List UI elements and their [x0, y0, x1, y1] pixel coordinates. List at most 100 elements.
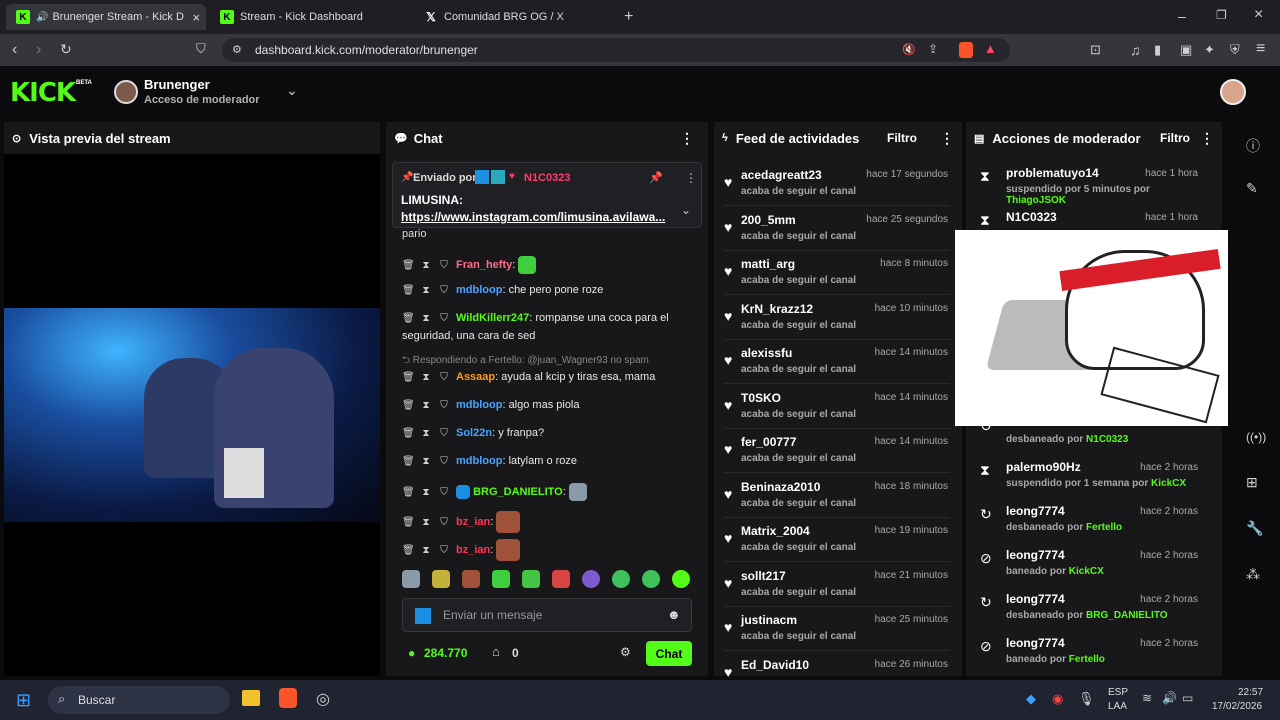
mod-actor[interactable]: ThiagoJSOK [1006, 195, 1066, 206]
emote-button[interactable] [552, 570, 570, 588]
shield-icon[interactable]: ⛉ [438, 456, 450, 467]
trash-icon[interactable]: 🗑 [402, 456, 415, 467]
battery-icon[interactable]: ▭ [1182, 691, 1193, 705]
trash-icon[interactable]: 🗑 [402, 428, 415, 439]
feed-item[interactable]: ♥ Matrix_2004 hace 19 minutos acaba de segu… [724, 518, 950, 562]
feed-item[interactable]: ♥ alexissfu hace 14 minutos acaba de seguir… [724, 340, 950, 384]
mod-actor[interactable]: KickCX [1069, 566, 1104, 577]
feed-item[interactable]: ♥ acedagreatt23 hace 17 segundos acaba de s… [724, 162, 950, 206]
store-icon[interactable]: ⌂ [492, 644, 500, 659]
feed-user[interactable]: Beninaza2010 [741, 480, 820, 494]
mod-action-item[interactable]: ↻ leong7774 hace 2 horas desbaneado por BRG… [980, 588, 1212, 632]
app-icon[interactable]: ◎ [316, 689, 330, 709]
brave-shields-icon[interactable] [959, 42, 973, 58]
trash-icon[interactable]: 🗑 [402, 545, 415, 556]
broadcast-icon[interactable]: ((•)) [1246, 430, 1266, 444]
chat-user[interactable]: BRG_DANIELITO [473, 486, 563, 498]
chat-message[interactable]: 🗑 ⧗ ⛉ Assaap: ayuda al kcip y tiras esa, ma… [402, 371, 655, 383]
bookmark-icon[interactable]: ⛉ [196, 41, 206, 57]
feed-item[interactable]: ♥ KrN_krazz12 hace 10 minutos acaba de segu… [724, 296, 950, 340]
microphone-icon[interactable]: 🎙 [1078, 691, 1095, 707]
feed-user[interactable]: alexissfu [741, 346, 792, 360]
points-icon[interactable]: ● [408, 646, 415, 660]
mod-target-user[interactable]: leong7774 [1006, 504, 1065, 518]
trash-icon[interactable]: 🗑 [402, 400, 415, 411]
trash-icon[interactable]: 🗑 [402, 260, 415, 271]
chat-message[interactable]: 🗑 ⧗ ⛉ bz_ian: [402, 539, 521, 561]
mod-action-item[interactable]: ↻ leong7774 hace 2 horas desbaneado por Fer… [980, 500, 1212, 544]
mod-actor[interactable]: N1C0323 [1086, 434, 1128, 445]
edit-icon[interactable]: ✎ [1246, 180, 1258, 197]
feed-item[interactable]: ♥ justinacm hace 25 minutos acaba de seguir… [724, 607, 950, 651]
feed-user[interactable]: KrN_krazz12 [741, 302, 813, 316]
info-icon[interactable]: ⓘ [1246, 136, 1260, 156]
hourglass-icon[interactable]: ⧗ [420, 313, 432, 324]
feed-item[interactable]: ♥ 200_5mm hace 25 segundos acaba de seguir … [724, 207, 950, 251]
chat-user[interactable]: bz_ian [456, 544, 490, 556]
shield-icon[interactable]: ⛉ [438, 428, 450, 439]
language-layout[interactable]: LAA [1108, 701, 1127, 712]
share-icon[interactable]: ⇪ [928, 42, 938, 56]
chat-message[interactable]: 🗑 ⧗ ⛉ mdbloop: che pero pone roze [402, 284, 603, 296]
emote-button[interactable] [612, 570, 630, 588]
chat-user[interactable]: bz_ian [456, 516, 490, 528]
feed-user[interactable]: Ed_David10 [741, 658, 809, 672]
feed-item[interactable]: ♥ fer_00777 hace 14 minutos acaba de seguir… [724, 429, 950, 473]
maximize-icon[interactable]: ❐ [1216, 8, 1227, 22]
new-tab-icon[interactable]: + [624, 8, 633, 26]
mod-action-item[interactable]: ⊘ leong7774 hace 2 horas baneado por KickCX [980, 544, 1212, 588]
tray-app-icon[interactable]: ◉ [1052, 691, 1063, 707]
emote-button[interactable] [582, 570, 600, 588]
chat-message[interactable]: 🗑 ⧗ ⛉ bz_ian: [402, 511, 521, 533]
hourglass-icon[interactable]: ⧗ [420, 260, 432, 271]
shield-icon[interactable]: ⛉ [438, 400, 450, 411]
chevron-down-icon[interactable]: ⌄ [681, 203, 691, 217]
chat-message[interactable]: 🗑 ⧗ ⛉ WildKillerr247: rompanse una coca par… [402, 312, 669, 324]
language-code[interactable]: ESP [1108, 687, 1128, 698]
mod-target-user[interactable]: leong7774 [1006, 636, 1065, 650]
feed-user[interactable]: fer_00777 [741, 435, 796, 449]
feed-filter-button[interactable]: Filtro [887, 131, 917, 145]
pinned-message[interactable]: 📌 Enviado por ♥ N1C0323 📌 ⋮ LIMUSINA: ht… [392, 162, 702, 228]
tab-stream-dashboard[interactable]: K Stream - Kick Dashboard [210, 4, 410, 30]
emote-button[interactable] [402, 570, 420, 588]
feed-user[interactable]: 200_5mm [741, 213, 796, 227]
url-bar[interactable]: ⚙ dashboard.kick.com/moderator/brunenger… [222, 38, 1010, 62]
screenshot-icon[interactable]: ⊡ [1090, 42, 1101, 58]
emote-button[interactable] [522, 570, 540, 588]
feed-user[interactable]: sollt217 [741, 569, 786, 583]
mod-actor[interactable]: KickCX [1151, 478, 1186, 489]
clock-date[interactable]: 17/02/2026 [1212, 701, 1262, 712]
chat-user[interactable]: WildKillerr247 [456, 312, 529, 324]
share-nodes-icon[interactable]: ⁂ [1246, 566, 1260, 583]
shield-icon[interactable]: ⛉ [438, 313, 450, 324]
leo-ai-icon[interactable]: ✦ [1204, 42, 1215, 58]
chat-user[interactable]: Sol22n [456, 427, 492, 439]
emote-button[interactable] [492, 570, 510, 588]
site-settings-icon[interactable]: ⚙ [232, 43, 242, 56]
mod-target-user[interactable]: N1C0323 [1006, 210, 1057, 224]
hourglass-icon[interactable]: ⧗ [420, 487, 432, 498]
feed-more-icon[interactable]: ⋮ [940, 130, 954, 147]
media-icon[interactable]: ♫ [1130, 42, 1141, 58]
feed-item[interactable]: ♥ sollt217 hace 21 minutos acaba de seguir … [724, 563, 950, 607]
volume-icon[interactable]: 🔊 [1162, 691, 1177, 705]
trash-icon[interactable]: 🗑 [402, 517, 415, 528]
pinned-more-icon[interactable]: ⋮ [685, 171, 697, 185]
shield-icon[interactable]: ⛉ [438, 285, 450, 296]
clock-time[interactable]: 22:57 [1238, 687, 1263, 698]
emote-button[interactable] [672, 570, 690, 588]
chat-message[interactable]: 🗑 ⧗ ⛉ Sol22n: y franpa? [402, 427, 544, 439]
close-window-icon[interactable]: × [1254, 6, 1263, 24]
trash-icon[interactable]: 🗑 [402, 285, 415, 296]
chat-user[interactable]: Assaap [456, 371, 495, 383]
vpn-icon[interactable]: ⛨ [1230, 42, 1240, 58]
hourglass-icon[interactable]: ⧗ [420, 372, 432, 383]
feed-user[interactable]: matti_arg [741, 257, 795, 271]
minimize-icon[interactable]: – [1178, 8, 1186, 24]
mod-action-item[interactable]: ⊘ leong7774 hace 2 horas baneado por Fertel… [980, 632, 1212, 676]
layout-icon[interactable]: ⊞ [1246, 474, 1258, 491]
chat-message[interactable]: 🗑 ⧗ ⛉ mdbloop: algo mas piola [402, 399, 580, 411]
mod-target-user[interactable]: leong7774 [1006, 548, 1065, 562]
trash-icon[interactable]: 🗑 [402, 313, 415, 324]
